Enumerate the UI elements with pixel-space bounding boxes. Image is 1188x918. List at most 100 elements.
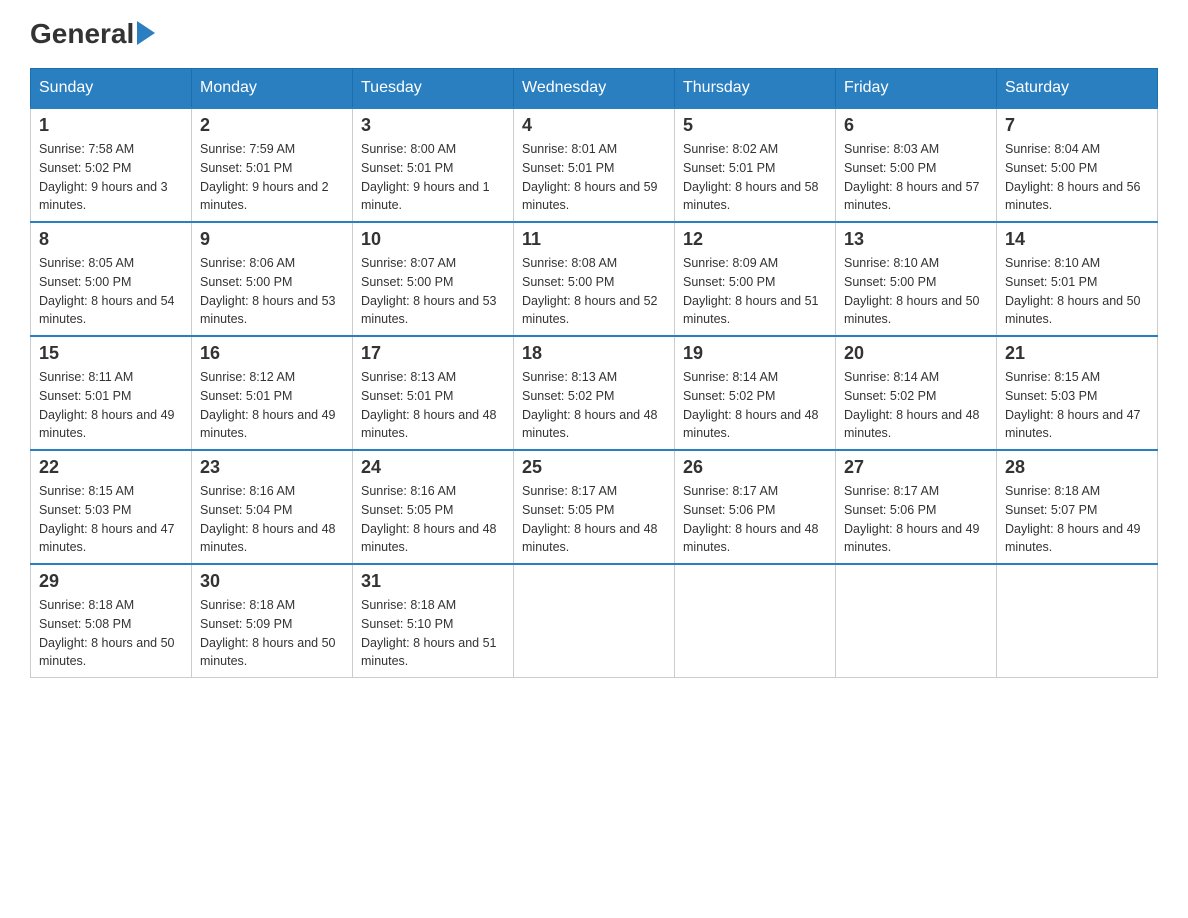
column-header-saturday: Saturday <box>997 69 1158 109</box>
week-row-5: 29 Sunrise: 8:18 AM Sunset: 5:08 PM Dayl… <box>31 564 1158 678</box>
day-number: 12 <box>683 229 827 250</box>
day-number: 5 <box>683 115 827 136</box>
calendar-cell: 20 Sunrise: 8:14 AM Sunset: 5:02 PM Dayl… <box>836 336 997 450</box>
day-info: Sunrise: 8:12 AM Sunset: 5:01 PM Dayligh… <box>200 368 344 443</box>
day-number: 17 <box>361 343 505 364</box>
day-info: Sunrise: 8:05 AM Sunset: 5:00 PM Dayligh… <box>39 254 183 329</box>
calendar-cell: 18 Sunrise: 8:13 AM Sunset: 5:02 PM Dayl… <box>514 336 675 450</box>
day-number: 8 <box>39 229 183 250</box>
calendar-cell: 21 Sunrise: 8:15 AM Sunset: 5:03 PM Dayl… <box>997 336 1158 450</box>
logo-general-text: General <box>30 20 155 48</box>
calendar-cell <box>514 564 675 678</box>
day-number: 6 <box>844 115 988 136</box>
calendar-cell: 5 Sunrise: 8:02 AM Sunset: 5:01 PM Dayli… <box>675 108 836 222</box>
day-number: 25 <box>522 457 666 478</box>
day-info: Sunrise: 7:59 AM Sunset: 5:01 PM Dayligh… <box>200 140 344 215</box>
calendar-cell: 7 Sunrise: 8:04 AM Sunset: 5:00 PM Dayli… <box>997 108 1158 222</box>
calendar-cell: 23 Sunrise: 8:16 AM Sunset: 5:04 PM Dayl… <box>192 450 353 564</box>
day-number: 16 <box>200 343 344 364</box>
day-info: Sunrise: 8:16 AM Sunset: 5:04 PM Dayligh… <box>200 482 344 557</box>
day-number: 20 <box>844 343 988 364</box>
day-number: 2 <box>200 115 344 136</box>
day-info: Sunrise: 8:04 AM Sunset: 5:00 PM Dayligh… <box>1005 140 1149 215</box>
calendar-cell: 28 Sunrise: 8:18 AM Sunset: 5:07 PM Dayl… <box>997 450 1158 564</box>
day-info: Sunrise: 8:18 AM Sunset: 5:07 PM Dayligh… <box>1005 482 1149 557</box>
calendar-cell: 12 Sunrise: 8:09 AM Sunset: 5:00 PM Dayl… <box>675 222 836 336</box>
day-number: 15 <box>39 343 183 364</box>
column-header-monday: Monday <box>192 69 353 109</box>
day-number: 11 <box>522 229 666 250</box>
day-info: Sunrise: 8:14 AM Sunset: 5:02 PM Dayligh… <box>844 368 988 443</box>
day-info: Sunrise: 8:00 AM Sunset: 5:01 PM Dayligh… <box>361 140 505 215</box>
day-info: Sunrise: 8:03 AM Sunset: 5:00 PM Dayligh… <box>844 140 988 215</box>
day-number: 3 <box>361 115 505 136</box>
day-info: Sunrise: 8:16 AM Sunset: 5:05 PM Dayligh… <box>361 482 505 557</box>
column-header-wednesday: Wednesday <box>514 69 675 109</box>
column-header-sunday: Sunday <box>31 69 192 109</box>
day-info: Sunrise: 8:10 AM Sunset: 5:00 PM Dayligh… <box>844 254 988 329</box>
calendar-cell: 29 Sunrise: 8:18 AM Sunset: 5:08 PM Dayl… <box>31 564 192 678</box>
day-info: Sunrise: 8:14 AM Sunset: 5:02 PM Dayligh… <box>683 368 827 443</box>
calendar-cell: 4 Sunrise: 8:01 AM Sunset: 5:01 PM Dayli… <box>514 108 675 222</box>
week-row-2: 8 Sunrise: 8:05 AM Sunset: 5:00 PM Dayli… <box>31 222 1158 336</box>
calendar-cell: 15 Sunrise: 8:11 AM Sunset: 5:01 PM Dayl… <box>31 336 192 450</box>
calendar-cell: 19 Sunrise: 8:14 AM Sunset: 5:02 PM Dayl… <box>675 336 836 450</box>
calendar-cell: 2 Sunrise: 7:59 AM Sunset: 5:01 PM Dayli… <box>192 108 353 222</box>
day-number: 21 <box>1005 343 1149 364</box>
calendar-cell: 10 Sunrise: 8:07 AM Sunset: 5:00 PM Dayl… <box>353 222 514 336</box>
calendar-cell: 26 Sunrise: 8:17 AM Sunset: 5:06 PM Dayl… <box>675 450 836 564</box>
calendar-cell: 16 Sunrise: 8:12 AM Sunset: 5:01 PM Dayl… <box>192 336 353 450</box>
calendar-cell <box>675 564 836 678</box>
day-number: 14 <box>1005 229 1149 250</box>
day-info: Sunrise: 8:01 AM Sunset: 5:01 PM Dayligh… <box>522 140 666 215</box>
day-number: 19 <box>683 343 827 364</box>
calendar-cell: 13 Sunrise: 8:10 AM Sunset: 5:00 PM Dayl… <box>836 222 997 336</box>
day-info: Sunrise: 8:18 AM Sunset: 5:09 PM Dayligh… <box>200 596 344 671</box>
day-info: Sunrise: 8:17 AM Sunset: 5:05 PM Dayligh… <box>522 482 666 557</box>
week-row-3: 15 Sunrise: 8:11 AM Sunset: 5:01 PM Dayl… <box>31 336 1158 450</box>
day-info: Sunrise: 7:58 AM Sunset: 5:02 PM Dayligh… <box>39 140 183 215</box>
day-info: Sunrise: 8:13 AM Sunset: 5:02 PM Dayligh… <box>522 368 666 443</box>
calendar-cell: 1 Sunrise: 7:58 AM Sunset: 5:02 PM Dayli… <box>31 108 192 222</box>
column-header-friday: Friday <box>836 69 997 109</box>
calendar-cell: 22 Sunrise: 8:15 AM Sunset: 5:03 PM Dayl… <box>31 450 192 564</box>
calendar-cell: 17 Sunrise: 8:13 AM Sunset: 5:01 PM Dayl… <box>353 336 514 450</box>
day-number: 1 <box>39 115 183 136</box>
week-row-4: 22 Sunrise: 8:15 AM Sunset: 5:03 PM Dayl… <box>31 450 1158 564</box>
calendar-cell: 31 Sunrise: 8:18 AM Sunset: 5:10 PM Dayl… <box>353 564 514 678</box>
day-info: Sunrise: 8:02 AM Sunset: 5:01 PM Dayligh… <box>683 140 827 215</box>
day-info: Sunrise: 8:07 AM Sunset: 5:00 PM Dayligh… <box>361 254 505 329</box>
day-info: Sunrise: 8:15 AM Sunset: 5:03 PM Dayligh… <box>1005 368 1149 443</box>
calendar-cell: 27 Sunrise: 8:17 AM Sunset: 5:06 PM Dayl… <box>836 450 997 564</box>
day-info: Sunrise: 8:09 AM Sunset: 5:00 PM Dayligh… <box>683 254 827 329</box>
day-number: 10 <box>361 229 505 250</box>
day-number: 23 <box>200 457 344 478</box>
day-info: Sunrise: 8:17 AM Sunset: 5:06 PM Dayligh… <box>844 482 988 557</box>
day-number: 30 <box>200 571 344 592</box>
day-number: 29 <box>39 571 183 592</box>
page-header: General <box>30 20 1158 48</box>
day-info: Sunrise: 8:13 AM Sunset: 5:01 PM Dayligh… <box>361 368 505 443</box>
day-number: 24 <box>361 457 505 478</box>
calendar-cell: 25 Sunrise: 8:17 AM Sunset: 5:05 PM Dayl… <box>514 450 675 564</box>
calendar-cell <box>997 564 1158 678</box>
calendar-cell: 24 Sunrise: 8:16 AM Sunset: 5:05 PM Dayl… <box>353 450 514 564</box>
calendar-cell: 8 Sunrise: 8:05 AM Sunset: 5:00 PM Dayli… <box>31 222 192 336</box>
day-number: 31 <box>361 571 505 592</box>
calendar-header-row: SundayMondayTuesdayWednesdayThursdayFrid… <box>31 69 1158 109</box>
logo: General <box>30 20 155 48</box>
calendar-cell: 30 Sunrise: 8:18 AM Sunset: 5:09 PM Dayl… <box>192 564 353 678</box>
calendar-cell: 11 Sunrise: 8:08 AM Sunset: 5:00 PM Dayl… <box>514 222 675 336</box>
day-number: 22 <box>39 457 183 478</box>
day-info: Sunrise: 8:06 AM Sunset: 5:00 PM Dayligh… <box>200 254 344 329</box>
day-info: Sunrise: 8:15 AM Sunset: 5:03 PM Dayligh… <box>39 482 183 557</box>
day-number: 7 <box>1005 115 1149 136</box>
day-info: Sunrise: 8:11 AM Sunset: 5:01 PM Dayligh… <box>39 368 183 443</box>
day-number: 28 <box>1005 457 1149 478</box>
column-header-tuesday: Tuesday <box>353 69 514 109</box>
calendar-cell: 9 Sunrise: 8:06 AM Sunset: 5:00 PM Dayli… <box>192 222 353 336</box>
calendar-cell <box>836 564 997 678</box>
calendar-table: SundayMondayTuesdayWednesdayThursdayFrid… <box>30 68 1158 678</box>
day-info: Sunrise: 8:08 AM Sunset: 5:00 PM Dayligh… <box>522 254 666 329</box>
calendar-cell: 6 Sunrise: 8:03 AM Sunset: 5:00 PM Dayli… <box>836 108 997 222</box>
